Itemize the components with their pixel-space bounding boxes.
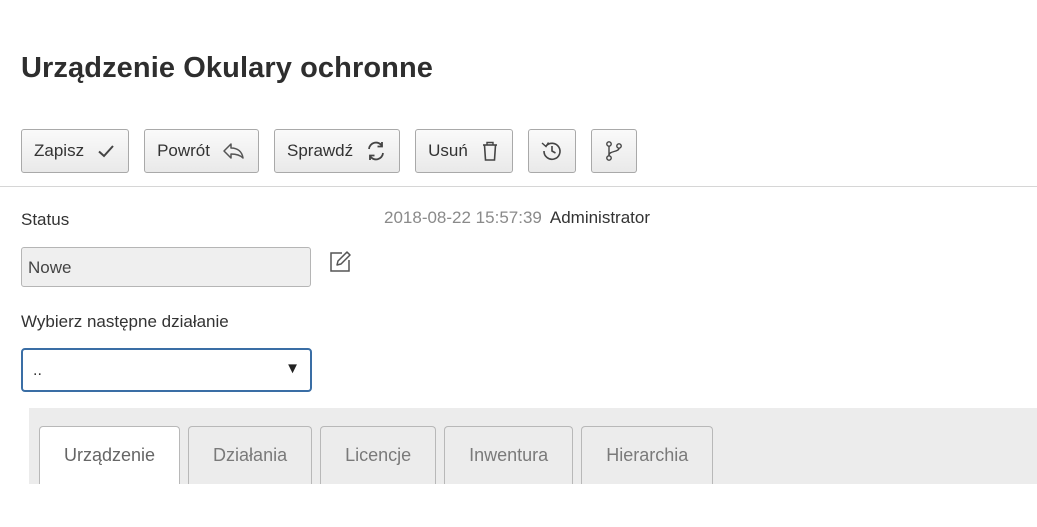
tab-dzialania[interactable]: Działania: [188, 426, 313, 484]
dropdown-caret-icon: ▼: [285, 360, 300, 377]
tab-urzadzenie[interactable]: Urządzenie: [39, 426, 181, 484]
status-meta: 2018-08-22 15:57:39 Administrator: [384, 208, 650, 228]
next-action-label: Wybierz następne działanie: [21, 312, 229, 331]
undo-arrow-icon: [222, 141, 246, 161]
tab-licencje[interactable]: Licencje: [320, 426, 437, 484]
save-button[interactable]: Zapisz: [21, 129, 130, 173]
tab-hierarchia[interactable]: Hierarchia: [581, 426, 714, 484]
tab-bar: Urządzenie Działania Licencje Inwentura …: [29, 408, 1037, 484]
page: Urządzenie Okulary ochronne Zapisz Powró…: [0, 0, 1037, 527]
next-action-selected-value: ..: [33, 362, 42, 379]
check-button[interactable]: Sprawdź: [274, 129, 401, 173]
save-button-label: Zapisz: [34, 141, 85, 160]
branch-button[interactable]: [590, 129, 637, 173]
status-label: Status: [21, 210, 70, 229]
history-button[interactable]: [527, 129, 576, 173]
check-icon: [96, 141, 116, 161]
branch-icon: [603, 140, 625, 162]
page-title: Urządzenie Okulary ochronne: [21, 52, 434, 84]
toolbar-divider: [0, 186, 1037, 187]
status-user: Administrator: [549, 208, 650, 227]
edit-icon[interactable]: [328, 250, 352, 274]
refresh-icon: [365, 140, 387, 162]
history-icon: [540, 140, 564, 162]
check-button-label: Sprawdź: [287, 141, 354, 160]
toolbar: Zapisz Powrót Sprawdź Usuń: [21, 127, 652, 175]
status-field: Nowe: [21, 247, 311, 287]
trash-icon: [480, 140, 500, 162]
back-button[interactable]: Powrót: [144, 129, 259, 173]
next-action-select[interactable]: .. ▼: [21, 348, 312, 392]
tab-inwentura[interactable]: Inwentura: [444, 426, 574, 484]
status-timestamp: 2018-08-22 15:57:39: [384, 208, 542, 227]
delete-button[interactable]: Usuń: [415, 129, 513, 173]
delete-button-label: Usuń: [428, 141, 468, 160]
back-button-label: Powrót: [157, 141, 210, 160]
